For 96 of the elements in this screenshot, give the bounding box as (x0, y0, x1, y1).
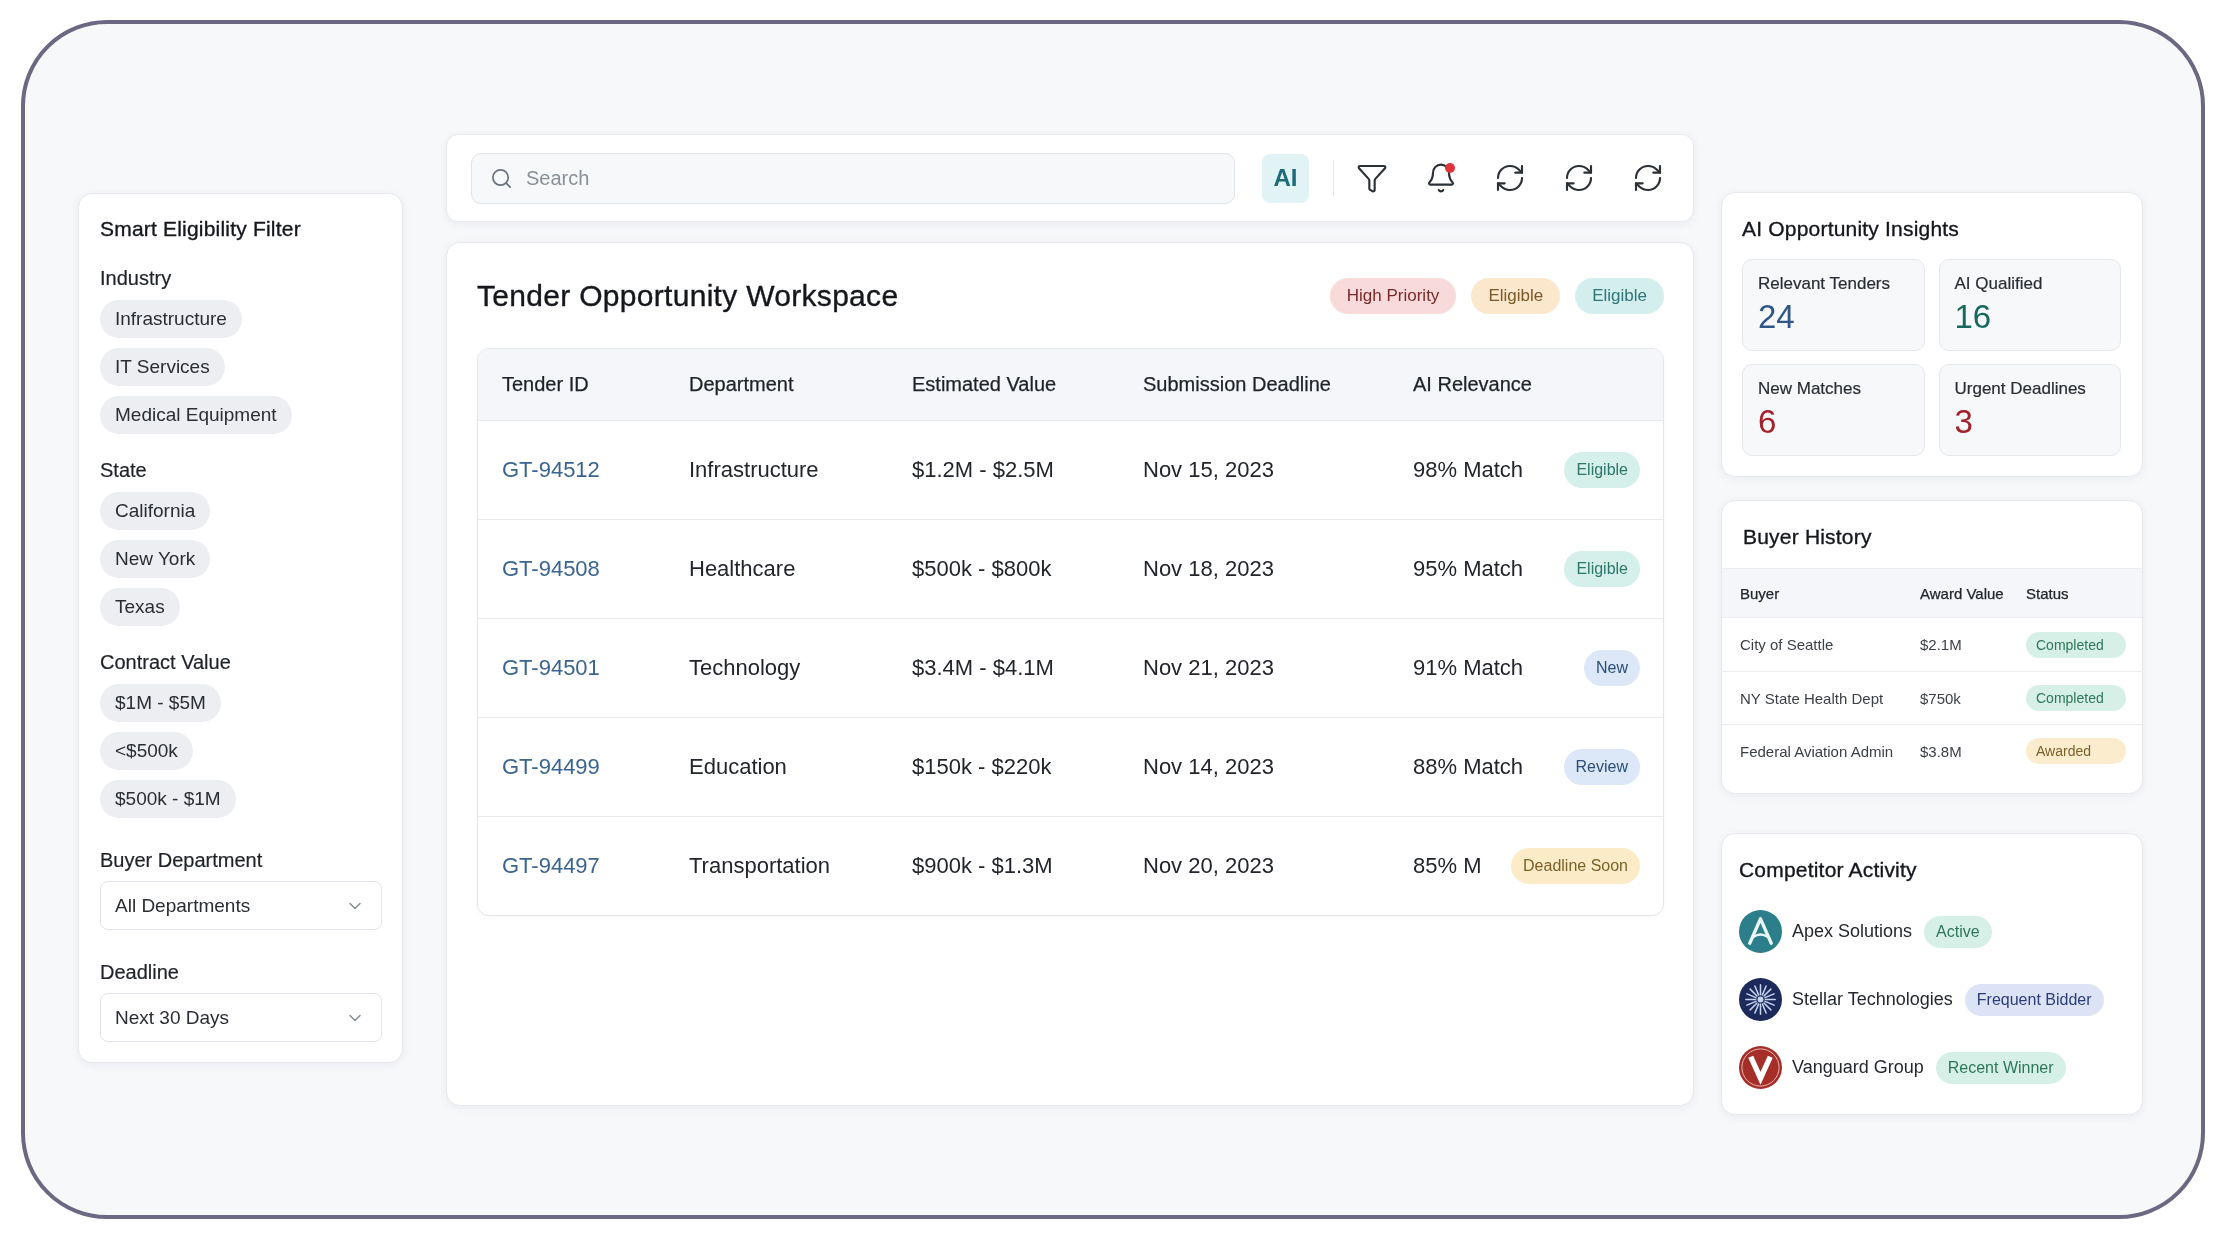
competitor-name: Vanguard Group (1792, 1057, 1924, 1078)
filter-chip[interactable]: Infrastructure (100, 300, 242, 338)
column-header: Buyer (1740, 584, 1780, 602)
table-cell: Nov 14, 2023 (1143, 754, 1274, 780)
filter-icon[interactable] (1356, 162, 1388, 194)
priority-tag: Eligible (1471, 278, 1561, 314)
dropdown-select[interactable]: All Departments (100, 881, 382, 930)
table-cell: Nov 20, 2023 (1143, 853, 1274, 879)
notification-bell-icon[interactable] (1425, 162, 1457, 194)
starburst-logo-icon (1739, 978, 1782, 1021)
table-cell: $750k (1920, 689, 1961, 707)
table-cell: Nov 15, 2023 (1143, 457, 1274, 483)
status-tag: Eligible (1564, 551, 1640, 587)
stat-label: Urgent Deadlines (1954, 379, 2086, 399)
stat-value: 6 (1758, 403, 1777, 441)
peak-logo-icon (1739, 910, 1782, 953)
filter-group-label: State (100, 458, 148, 482)
table-cell: Technology (689, 655, 801, 681)
filter-chip[interactable]: Texas (100, 588, 180, 626)
table-cell: NY State Health Dept (1740, 689, 1884, 707)
status-tag: Frequent Bidder (1964, 983, 2104, 1016)
relevance-score: 85% M (1413, 853, 1482, 879)
column-header: Estimated Value (912, 373, 1057, 396)
priority-tag: High Priority (1329, 278, 1457, 314)
chevron-logo-icon (1739, 1046, 1782, 1089)
filter-group-label: Deadline (100, 960, 180, 984)
table-cell: $150k - $220k (912, 754, 1052, 780)
status-tag: Eligible (1564, 452, 1640, 488)
status-tag: New (1584, 650, 1640, 686)
status-tag: Awarded (2026, 738, 2126, 764)
table-cell: $500k - $800k (912, 556, 1052, 582)
filter-chip[interactable]: IT Services (100, 348, 225, 386)
stat-value: 16 (1954, 298, 1992, 336)
filter-group-label: Buyer Department (100, 848, 264, 872)
status-tag: Deadline Soon (1511, 848, 1640, 884)
column-header: Tender ID (502, 373, 589, 396)
column-header: Department (689, 373, 794, 396)
filter-chip[interactable]: $1M - $5M (100, 684, 221, 722)
relevance-score: 91% Match (1413, 655, 1524, 681)
status-tag: Review (1563, 749, 1640, 785)
search-icon (490, 166, 513, 190)
panel-title: AI Opportunity Insights (1742, 216, 1961, 242)
column-header: Submission Deadline (1143, 373, 1331, 396)
relevance-score: 98% Match (1413, 457, 1524, 483)
filter-chip[interactable]: <$500k (100, 732, 193, 770)
filter-chip[interactable]: California (100, 492, 211, 530)
filter-group-label: Industry (100, 266, 173, 290)
search-field[interactable]: Search (471, 152, 1235, 204)
refresh-icon[interactable] (1494, 162, 1526, 194)
status-tag: Active (1924, 915, 1992, 948)
stat-value: 3 (1954, 403, 1973, 441)
ai-button[interactable]: AI (1262, 153, 1309, 203)
tender-id-link[interactable]: GT-94499 (502, 754, 600, 780)
stat-label: Relevant Tenders (1758, 274, 1890, 294)
table-cell: $1.2M - $2.5M (912, 457, 1054, 483)
stat-label: New Matches (1758, 379, 1861, 399)
table-cell: Nov 21, 2023 (1143, 655, 1274, 681)
table-cell: Nov 18, 2023 (1143, 556, 1274, 582)
filter-chip[interactable]: Medical Equipment (100, 396, 292, 434)
tender-id-link[interactable]: GT-94508 (502, 556, 600, 582)
table-cell: Federal Aviation Admin (1740, 742, 1894, 760)
filter-chip[interactable]: New York (100, 540, 211, 578)
table-cell: Education (689, 754, 787, 780)
relevance-score: 95% Match (1413, 556, 1524, 582)
panel-title: Competitor Activity (1739, 857, 1918, 883)
priority-tag: Eligible (1575, 278, 1664, 314)
table-cell: $2.1M (1920, 636, 1962, 653)
tender-id-link[interactable]: GT-94512 (502, 457, 600, 483)
status-tag: Recent Winner (1935, 1051, 2066, 1084)
table-cell: Infrastructure (689, 457, 819, 483)
status-tag: Completed (2026, 631, 2126, 658)
column-header: Award Value (1920, 584, 2004, 602)
workspace-title: Tender Opportunity Workspace (477, 278, 899, 314)
filter-chip[interactable]: $500k - $1M (100, 780, 236, 818)
dropdown-select[interactable]: Next 30 Days (100, 993, 382, 1042)
panel-title: Smart Eligibility Filter (100, 216, 302, 242)
table-cell: Transportation (689, 853, 831, 879)
competitor-name: Apex Solutions (1792, 921, 1913, 942)
stat-label: AI Qualified (1954, 274, 2043, 294)
table-cell: $3.4M - $4.1M (912, 655, 1054, 681)
stat-value: 24 (1758, 298, 1795, 336)
column-header: Status (2026, 584, 2069, 602)
table-cell: $3.8M (1920, 742, 1962, 760)
tender-id-link[interactable]: GT-94497 (502, 853, 600, 879)
competitor-name: Stellar Technologies (1792, 989, 1953, 1010)
refresh-icon[interactable] (1632, 162, 1664, 194)
table-cell: City of Seattle (1740, 636, 1834, 653)
column-header: AI Relevance (1413, 373, 1532, 396)
table-cell: $900k - $1.3M (912, 853, 1053, 879)
status-tag: Completed (2026, 685, 2126, 711)
panel-title: Buyer History (1743, 524, 1873, 550)
filter-group-label: Contract Value (100, 650, 232, 674)
refresh-icon[interactable] (1563, 162, 1595, 194)
tender-id-link[interactable]: GT-94501 (502, 655, 600, 681)
relevance-score: 88% Match (1413, 754, 1524, 780)
table-cell: Healthcare (689, 556, 796, 582)
